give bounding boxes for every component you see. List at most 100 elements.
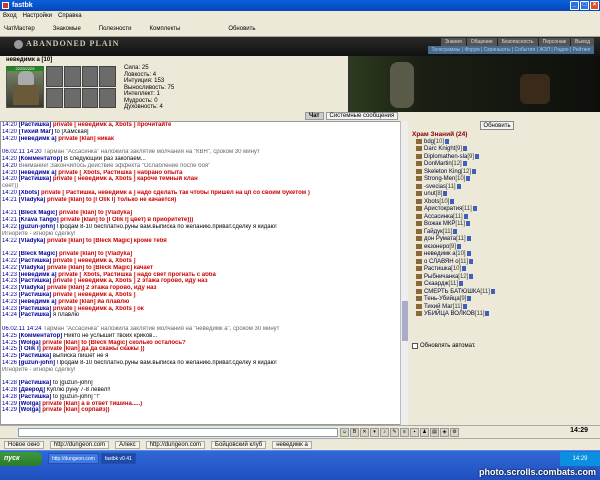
user-list-item[interactable]: Аристократия[11] [416,206,495,213]
info-icon[interactable] [463,213,468,219]
chat-nick[interactable]: [Vladyka] [19,265,46,271]
user-list-item[interactable]: bdg[10] [416,139,495,146]
info-icon[interactable] [475,153,480,159]
chat-nick[interactable]: [Xbots] [19,190,40,196]
chat-scrollbar[interactable] [400,121,408,425]
info-icon[interactable] [466,236,471,242]
toolbar-refresh[interactable]: Обновить [228,26,255,32]
chat-nick[interactable]: [Растишка] [19,306,52,312]
info-icon[interactable] [472,168,477,174]
user-list-item[interactable]: Strong-Men[10] [416,176,495,183]
scrollbar-thumb[interactable] [402,301,408,341]
bold-icon[interactable]: B [350,428,359,437]
info-icon[interactable] [457,243,462,249]
user-list-item[interactable]: DonMartin[12] [416,161,495,168]
chat-nick[interactable]: [Растишка] [19,312,52,318]
user-list-item[interactable]: -svecias[11] [416,183,495,191]
chat-nick[interactable]: [I Olik I] [19,346,41,352]
info-icon[interactable] [450,198,455,204]
chat-nick[interactable]: [Bleck Magic] [19,210,58,216]
chat-input[interactable] [18,428,338,437]
user-list-item[interactable]: о СЛАВЯН о[11] [416,258,495,266]
chat-nick[interactable]: [Растишка] [19,278,52,284]
info-icon[interactable] [466,176,471,182]
map-icon[interactable]: ◈ [440,428,449,437]
nav-knowledge[interactable]: Знания [440,38,466,46]
info-icon[interactable] [453,228,458,234]
chat-nick[interactable]: [неведимк а] [19,170,57,176]
list-icon[interactable]: ≡ [400,428,409,437]
equip-slot[interactable] [63,66,81,87]
start-button[interactable]: пуск [0,452,42,466]
task-button[interactable]: fastbk v0.41 [100,453,136,464]
info-icon[interactable] [463,303,468,309]
user-list-item[interactable]: Растишка[10] [416,266,495,273]
user-name[interactable]: Тень-Убийца [424,296,460,302]
user-list-item[interactable]: unut[8] [416,191,495,198]
pencil-icon[interactable]: ✎ [390,428,399,437]
userlist-refresh-button[interactable]: Обновить [480,121,514,130]
chat-nick[interactable]: [Vladyka] [19,238,46,244]
info-icon[interactable] [443,191,448,197]
info-icon[interactable] [472,206,477,212]
chat-nick[interactable]: [Растишка] [19,176,52,182]
chat-nick[interactable]: [Растишка] [19,292,52,298]
user-name[interactable]: Вожак МКР [424,221,455,227]
user-list-item[interactable]: дон Румата[11] [416,236,495,243]
toolbar-sets[interactable]: Комплекты [150,26,181,32]
user-name[interactable]: Ассасинка [424,214,453,220]
user-name[interactable]: Растишка [424,266,451,272]
user-name[interactable]: Тихий Маг [424,304,453,310]
user-name[interactable]: -svecias [424,184,446,190]
user-name[interactable]: о СЛАВЯН о [424,259,459,265]
book-icon[interactable]: ▤ [430,428,439,437]
chat-nick[interactable]: [Дверод] [19,387,45,393]
chat-nick[interactable]: [Krava Tango] [19,217,59,223]
user-name[interactable]: УБИЙЦА ВОЛКОВ [424,311,475,317]
user-icon[interactable]: ♟ [420,428,429,437]
user-list-item[interactable]: екзонеро[9] [416,243,495,251]
user-list-item[interactable]: Тень-Убийца[9] [416,296,495,303]
user-name[interactable]: DonMartin [424,162,452,168]
user-name[interactable]: СМЕРТЬ БАТЮШКА [424,289,480,295]
user-list-item[interactable]: Гайдук[11] [416,228,495,236]
info-icon[interactable] [466,251,471,257]
info-icon[interactable] [463,146,468,152]
maximize-button[interactable]: □ [580,1,589,10]
user-name[interactable]: неведимк а [424,251,456,257]
info-icon[interactable] [490,288,495,294]
tab-chat[interactable]: Чат [305,112,324,120]
chat-nick[interactable]: [Wolga] [19,401,41,407]
character-name[interactable]: неведимк а [10] [6,57,52,63]
menu-item-login[interactable]: Вход [3,11,17,21]
user-name[interactable]: екзонеро [424,244,449,250]
user-name[interactable]: Гайдук [424,229,443,235]
lock-icon[interactable]: ▪ [410,428,419,437]
user-name[interactable]: Рыбничанка [424,274,458,280]
chat-nick[interactable]: [Комментатор] [19,333,63,339]
info-icon[interactable] [467,296,472,302]
chat-nick[interactable]: [Wolga] [19,340,41,346]
status-cell[interactable]: Новое окно [4,440,44,449]
info-icon[interactable] [462,266,467,272]
user-name[interactable]: Strong-Men [424,177,455,183]
chat-nick[interactable]: [Vladyka] [19,285,46,291]
close-button[interactable]: × [590,1,599,10]
user-name[interactable]: unut [424,191,436,197]
user-list-item[interactable]: УБИЙЦА ВОЛКОВ[11] [416,311,495,318]
sound-icon[interactable]: ♪ [380,428,389,437]
user-list-item[interactable]: Скаардж[11] [416,281,495,288]
chat-nick[interactable]: [Bleck Magic] [19,251,58,257]
chat-nick[interactable]: [Растишка] [19,258,52,264]
clear-icon[interactable]: ✕ [360,428,369,437]
toolbar-friends[interactable]: Знакомые [53,26,81,32]
user-list-item[interactable]: Xbots[10] [416,198,495,206]
user-name[interactable]: дон Румата [424,236,456,242]
info-icon[interactable] [485,311,490,317]
chat-nick[interactable]: [Wolga] [19,407,41,413]
equip-slot[interactable] [63,87,81,108]
chat-nick[interactable]: [guzun-john] [19,224,55,230]
chat-nick[interactable]: [Vladyka] [19,197,46,203]
nav-security[interactable]: Безопасность [497,38,538,46]
auto-refresh-option[interactable]: Обновлять автомат. [412,343,476,349]
